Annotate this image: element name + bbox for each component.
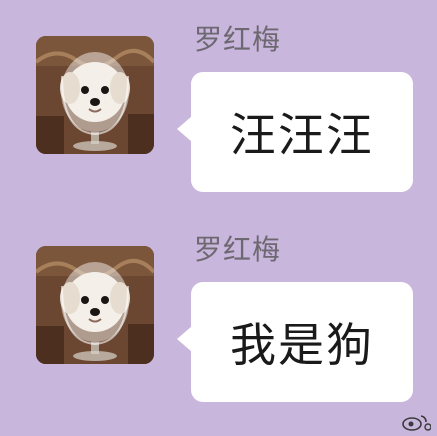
message-text: 汪汪汪 <box>230 108 374 162</box>
message-bubble[interactable]: 汪汪汪 <box>177 72 413 192</box>
message-text: 我是狗 <box>230 318 374 372</box>
dog-in-glass-avatar-icon <box>36 246 154 364</box>
sender-avatar[interactable] <box>36 36 154 154</box>
dog-in-glass-avatar-icon <box>36 36 154 154</box>
chat-window: 罗红梅 汪汪汪 罗红梅 我是狗 <box>0 0 437 436</box>
weibo-icon <box>402 415 431 431</box>
sender-name: 罗红梅 <box>194 233 282 266</box>
message-bubble[interactable]: 我是狗 <box>177 282 413 402</box>
sender-avatar[interactable] <box>36 246 154 364</box>
sender-name: 罗红梅 <box>194 23 282 56</box>
